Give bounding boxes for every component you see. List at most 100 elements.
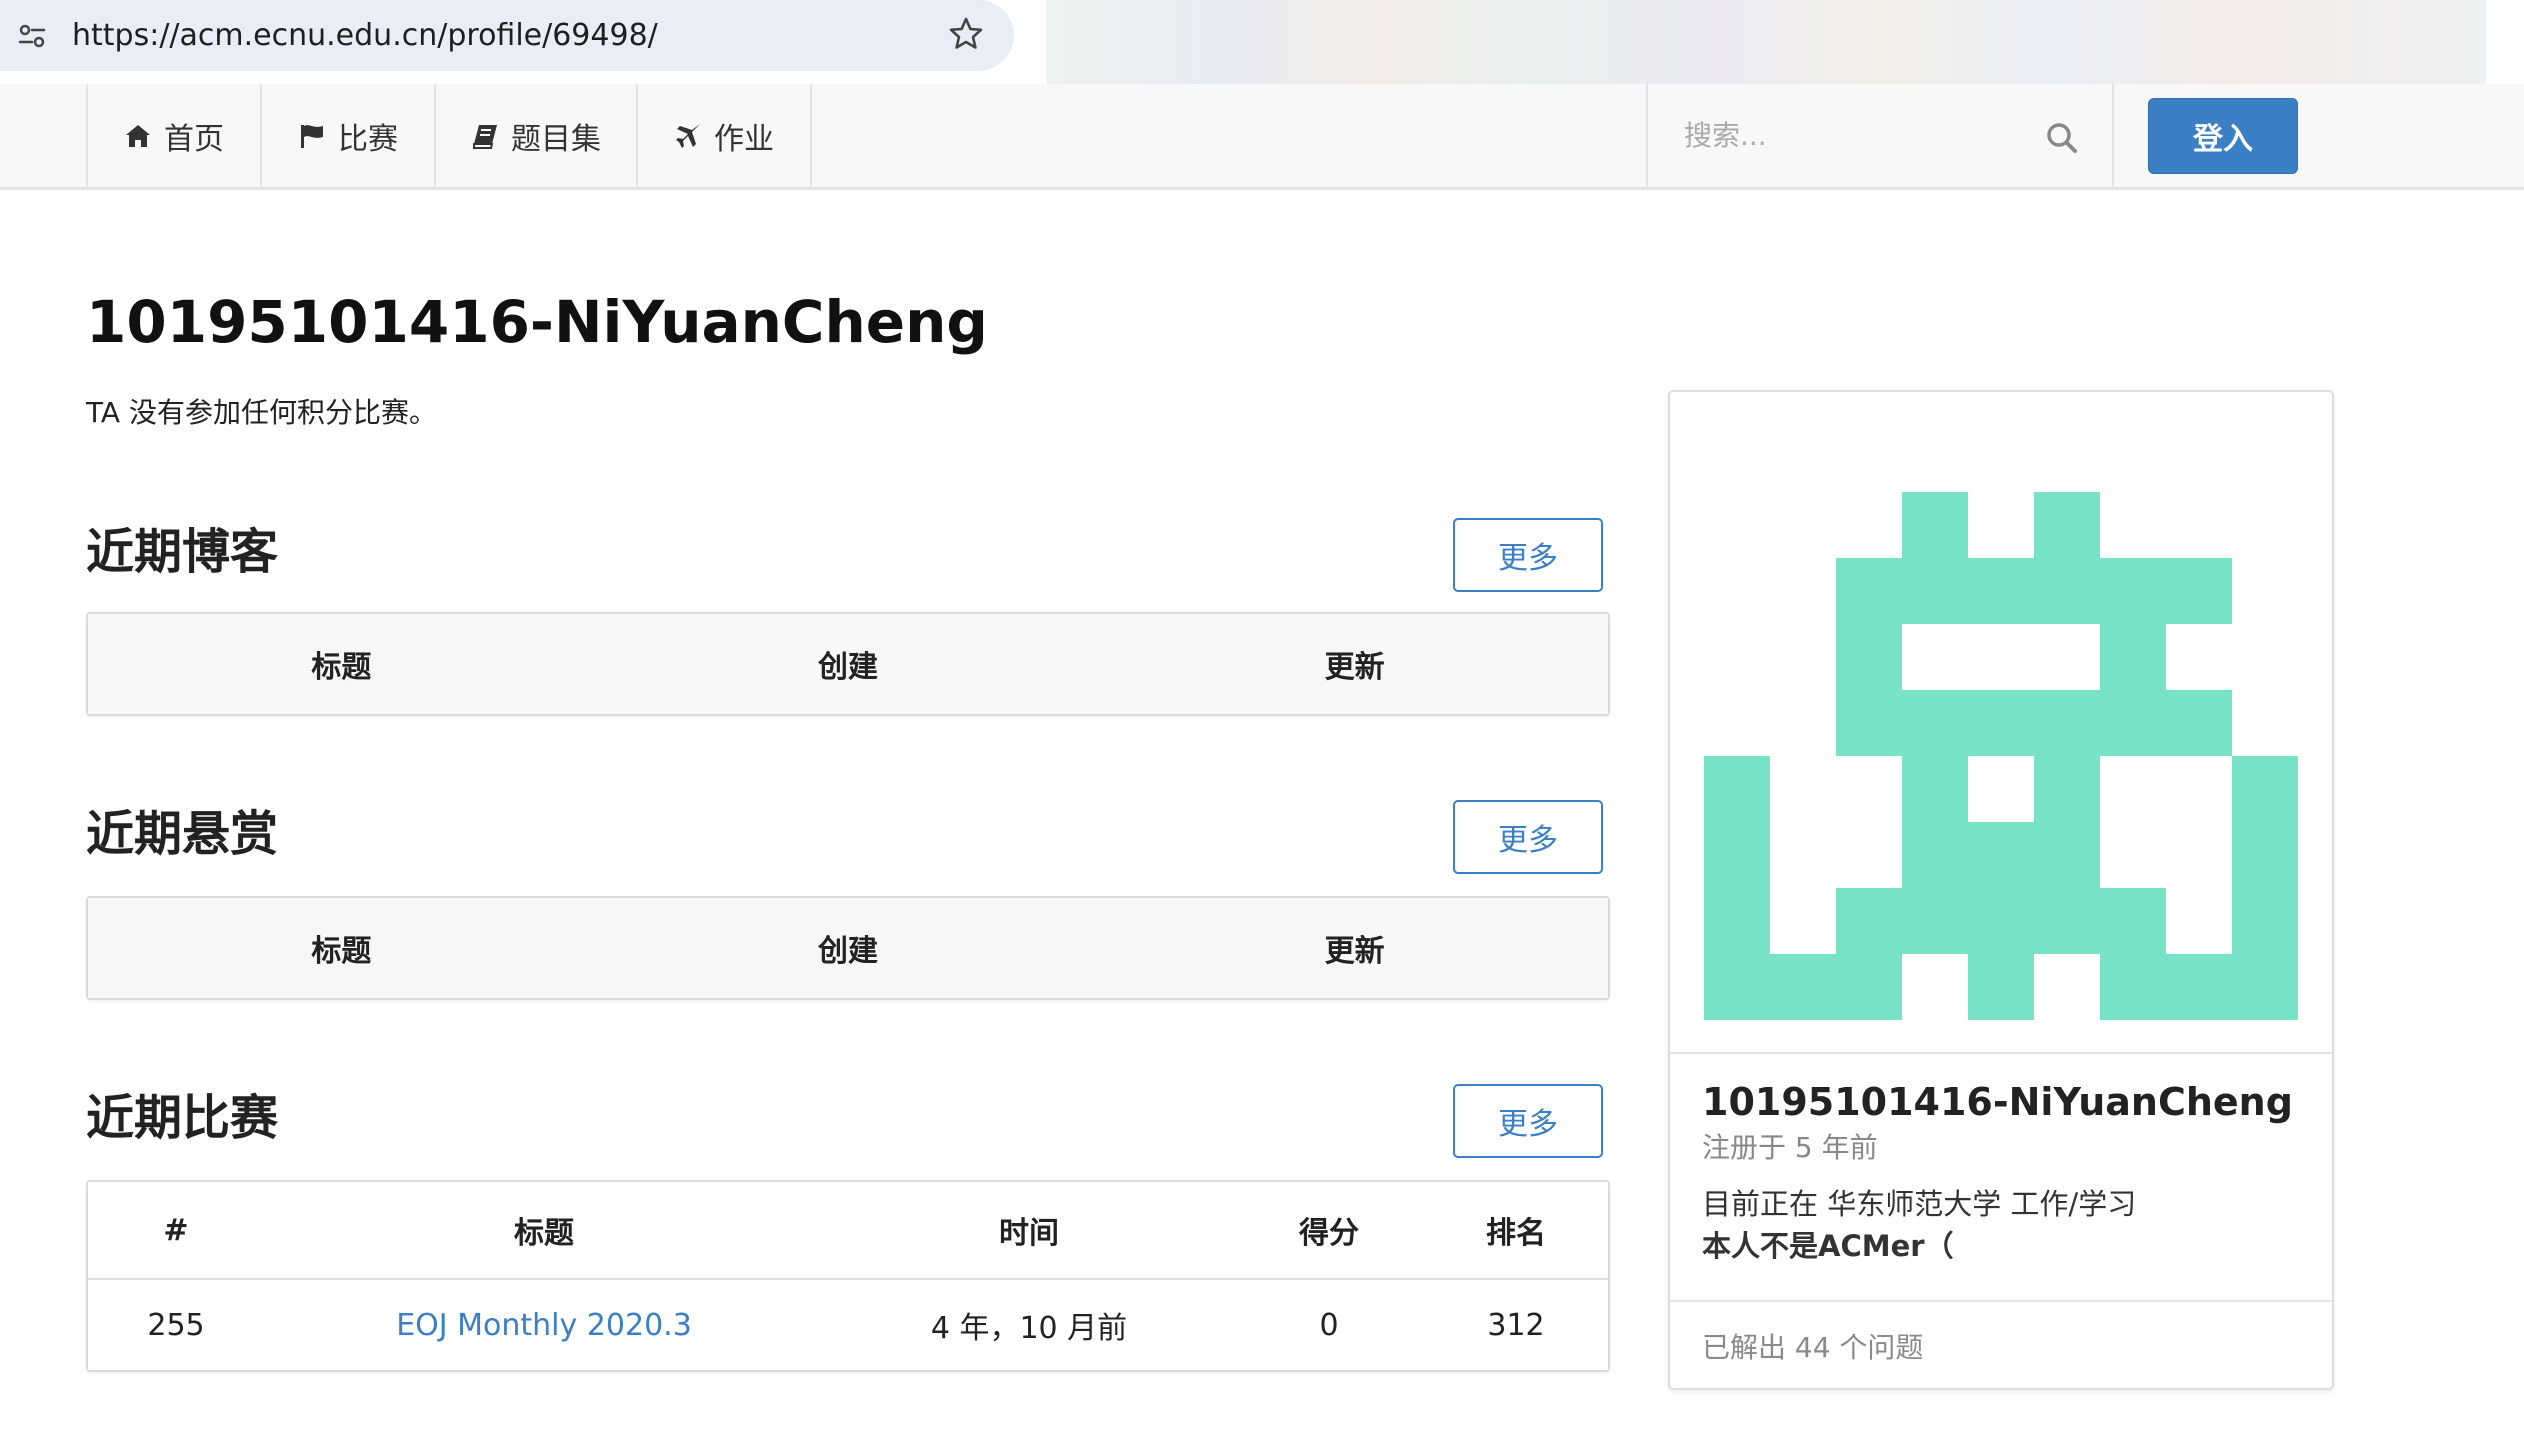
flag-icon (301, 124, 323, 148)
nav-item-problemsets[interactable]: 题目集 (434, 84, 636, 187)
avatar-cell (2034, 822, 2100, 888)
avatar-cell (2034, 558, 2100, 624)
avatar-cell (1968, 822, 2034, 888)
table-header: 标题 创建 更新 (88, 614, 1608, 714)
column-header[interactable]: 得分 (1234, 1208, 1424, 1252)
avatar-cell (2100, 888, 2166, 954)
avatar-cell (1902, 492, 1968, 558)
profile-card: 10195101416-NiYuanCheng 注册于 5 年前 目前正在 华东… (1668, 390, 2334, 1390)
avatar-cell (1968, 690, 2034, 756)
column-header[interactable]: 标题 (88, 926, 595, 970)
nav-label-contests: 比赛 (338, 121, 398, 157)
nav-label-homework: 作业 (714, 121, 774, 157)
avatar-cell (2166, 690, 2232, 756)
section-title-bounties: 近期悬赏 (86, 806, 279, 862)
avatar-cell (1836, 624, 1902, 690)
avatar-cell (2034, 492, 2100, 558)
table-row: 255 EOJ Monthly 2020.3 4 年，10 月前 0 312 (88, 1280, 1608, 1370)
avatar-cell (1902, 822, 1968, 888)
avatar-cell (1836, 954, 1902, 1020)
column-header[interactable]: 标题 (264, 1208, 824, 1252)
contest-time: 4 年，10 月前 (930, 1311, 1128, 1346)
avatar-cell (2100, 954, 2166, 1020)
avatar-cell (2100, 624, 2166, 690)
section-title-contests: 近期比赛 (86, 1090, 279, 1146)
page-title: 10195101416-NiYuanCheng (86, 288, 988, 356)
avatar-cell (1902, 690, 1968, 756)
site-navbar: 首页 比赛 题目集 作业 (0, 84, 2524, 190)
avatar-cell (2232, 888, 2298, 954)
avatar (1704, 492, 2298, 1020)
avatar-cell (2034, 690, 2100, 756)
column-header[interactable]: 更新 (1101, 642, 1608, 686)
avatar-cell (2232, 954, 2298, 1020)
column-header[interactable]: 更新 (1101, 926, 1608, 970)
more-bounties-button[interactable]: 更多 (1453, 800, 1603, 874)
home-icon (126, 124, 150, 147)
search-icon[interactable] (2044, 120, 2080, 156)
avatar-cell (1704, 756, 1770, 822)
avatar-cell (2034, 756, 2100, 822)
nav-label-problemsets: 题目集 (511, 121, 601, 157)
avatar-cell (2100, 690, 2166, 756)
column-header[interactable]: 时间 (824, 1208, 1234, 1252)
more-contests-button[interactable]: 更多 (1453, 1084, 1603, 1158)
avatar-cell (1968, 888, 2034, 954)
site-settings-icon[interactable] (16, 20, 48, 52)
url-text[interactable]: https://acm.ecnu.edu.cn/profile/69498/ (72, 16, 658, 56)
contest-id: 255 (147, 1307, 205, 1343)
avatar-cell (1902, 756, 1968, 822)
avatar-cell (2166, 558, 2232, 624)
avatar-cell (2166, 954, 2232, 1020)
section-title-blogs: 近期博客 (86, 524, 279, 580)
blurred-toolbar-area (1046, 0, 2486, 84)
avatar-cell (2232, 822, 2298, 888)
column-header[interactable]: 排名 (1424, 1208, 1608, 1252)
plane-icon (676, 123, 700, 148)
card-footer: 已解出 44 个问题 (1670, 1300, 2332, 1390)
avatar-cell (1704, 822, 1770, 888)
contest-score: 0 (1319, 1307, 1339, 1343)
blogs-table: 标题 创建 更新 (86, 612, 1610, 716)
nav-item-contests[interactable]: 比赛 (260, 84, 434, 187)
card-job: 目前正在 华东师范大学 工作/学习 (1702, 1187, 2137, 1221)
avatar-cell (1836, 888, 1902, 954)
avatar-cell (2100, 558, 2166, 624)
avatar-cell (2034, 888, 2100, 954)
avatar-cell (1770, 954, 1836, 1020)
avatar-cell (1968, 954, 2034, 1020)
bounties-table: 标题 创建 更新 (86, 896, 1610, 1000)
avatar-cell (1968, 558, 2034, 624)
nav-item-home[interactable]: 首页 (86, 84, 260, 187)
contests-table: # 标题 时间 得分 排名 255 EOJ Monthly 2020.3 4 年… (86, 1180, 1610, 1372)
column-header[interactable]: 创建 (595, 926, 1102, 970)
search-input[interactable] (1648, 84, 2048, 187)
avatar-cell (1902, 558, 1968, 624)
column-header[interactable]: # (88, 1213, 264, 1248)
nav-item-homework[interactable]: 作业 (636, 84, 812, 187)
avatar-cell (1836, 690, 1902, 756)
avatar-cell (1902, 888, 1968, 954)
avatar-container (1670, 392, 2332, 1054)
contest-rank: 312 (1487, 1307, 1545, 1343)
rating-note: TA 没有参加任何积分比赛。 (86, 396, 437, 429)
avatar-cell (1704, 954, 1770, 1020)
avatar-cell (2232, 756, 2298, 822)
card-bio: 本人不是ACMer（ (1702, 1229, 1954, 1263)
solved-count: 已解出 44 个问题 (1702, 1331, 1924, 1364)
book-icon (473, 124, 497, 149)
bookmark-star-icon[interactable] (946, 14, 986, 54)
nav-label-home: 首页 (164, 121, 224, 157)
contest-title-link[interactable]: EOJ Monthly 2020.3 (396, 1308, 692, 1343)
avatar-cell (1704, 888, 1770, 954)
address-bar[interactable]: https://acm.ecnu.edu.cn/profile/69498/ (0, 0, 1014, 71)
table-header: 标题 创建 更新 (88, 898, 1608, 998)
login-button[interactable]: 登入 (2148, 98, 2298, 174)
card-username: 10195101416-NiYuanCheng (1702, 1080, 2293, 1124)
browser-chrome: https://acm.ecnu.edu.cn/profile/69498/ (0, 0, 2524, 84)
avatar-cell (1836, 558, 1902, 624)
card-registered: 注册于 5 年前 (1702, 1131, 1878, 1164)
column-header[interactable]: 创建 (595, 642, 1102, 686)
more-blogs-button[interactable]: 更多 (1453, 518, 1603, 592)
column-header[interactable]: 标题 (88, 642, 595, 686)
